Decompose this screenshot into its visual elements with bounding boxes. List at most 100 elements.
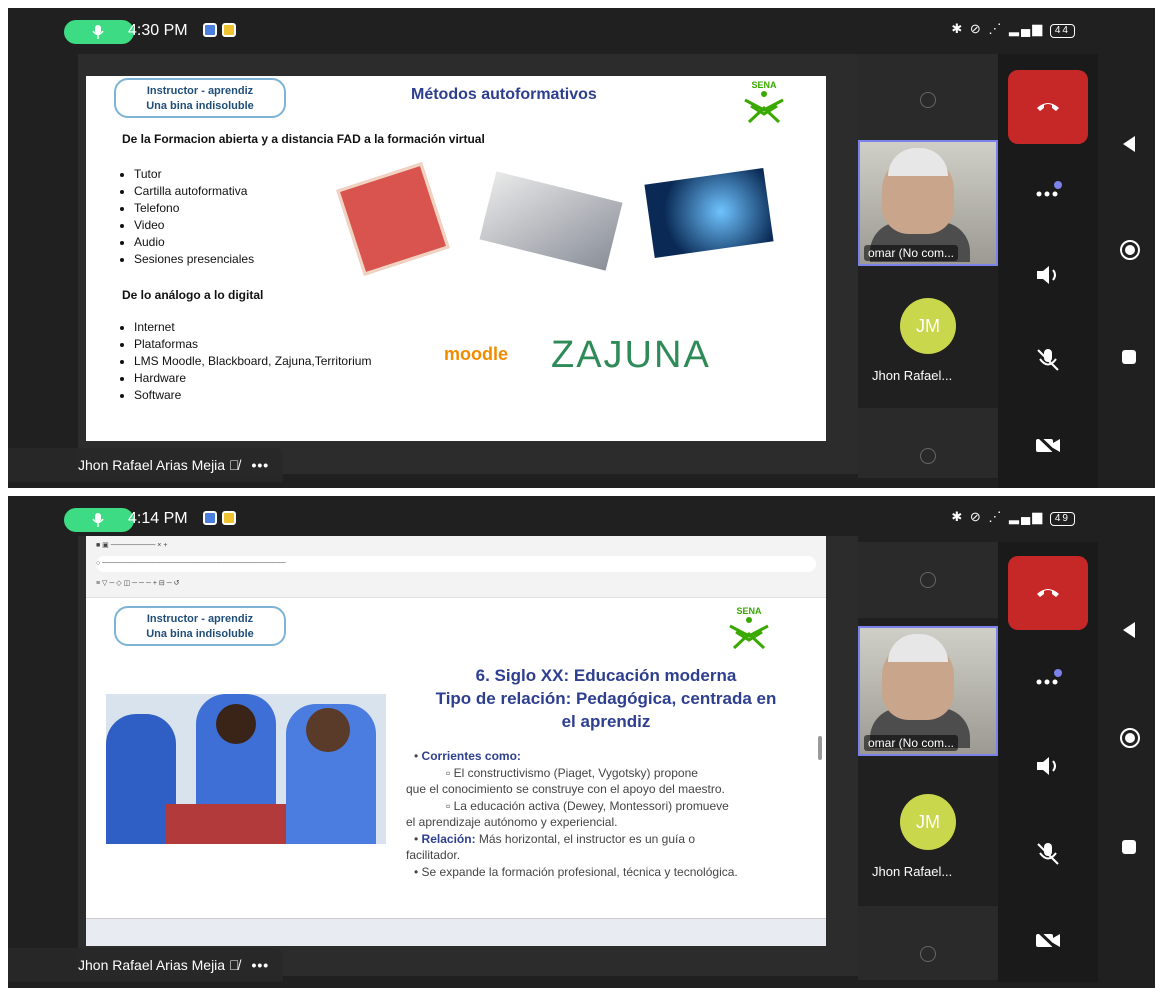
notification-icon <box>222 23 236 37</box>
mic-off-icon <box>1037 349 1059 371</box>
bullet-item: • Corrientes como: <box>414 749 521 763</box>
list-item: Internet <box>134 319 371 336</box>
speaker-icon <box>1037 266 1056 284</box>
sena-logo: SENA <box>726 606 772 652</box>
shared-screen: ■ ▣ ───────── × + ○ ────────────────────… <box>78 536 858 976</box>
list-item: Audio <box>134 234 254 251</box>
active-mic-pill[interactable] <box>64 20 134 44</box>
sub-bullet: ▫ La educación activa (Dewey, Montessori… <box>446 798 729 813</box>
tablet-image <box>479 171 623 271</box>
recents-icon[interactable] <box>1119 347 1139 367</box>
presentation-slide: Instructor - aprendiz Una bina indisolub… <box>86 76 826 441</box>
home-icon[interactable] <box>1119 727 1141 749</box>
more-options-button[interactable]: ••• <box>251 457 269 473</box>
browser-window: ■ ▣ ───────── × + ○ ────────────────────… <box>86 536 826 946</box>
home-icon[interactable] <box>1119 239 1141 261</box>
speaker-icon <box>1037 757 1056 775</box>
status-bar: 4:30 PM ✱ ⊘ ⋰ ▂▄▆ 44 <box>8 8 1155 54</box>
slide-body: • Corrientes como: ▫ El constructivismo … <box>406 748 806 880</box>
slide-title: 6. Siglo XX: Educación moderna Tipo de r… <box>435 666 777 731</box>
system-icons: ✱ ⊘ ⋰ ▂▄▆ 49 <box>951 509 1075 526</box>
section-heading: De lo análogo a lo digital <box>122 288 264 302</box>
participant-tile-empty[interactable] <box>858 906 998 980</box>
back-icon[interactable] <box>1119 134 1139 154</box>
mic-icon <box>92 25 104 39</box>
mute-button[interactable] <box>1008 324 1088 398</box>
clock: 4:30 PM <box>128 22 188 39</box>
more-options-button[interactable]: ••• <box>251 957 269 973</box>
presenter-label: Jhon Rafael Arias Mejia 🎙̸ ••• <box>8 948 284 982</box>
more-button[interactable] <box>1008 154 1088 228</box>
mic-off-icon <box>1037 843 1059 865</box>
end-call-button[interactable] <box>1008 70 1088 144</box>
system-icons: ✱ ⊘ ⋰ ▂▄▆ 44 <box>951 21 1075 38</box>
notification-icon <box>222 511 236 525</box>
sub-bullet: ▫ El constructivismo (Piaget, Vygotsky) … <box>446 765 698 780</box>
android-nav-bar <box>1103 542 1155 972</box>
voice-wave-image <box>644 168 774 258</box>
list-item: Software <box>134 387 371 404</box>
participant-tile-empty[interactable] <box>858 54 998 140</box>
speaker-button[interactable] <box>1008 239 1088 313</box>
battery-icon: 44 <box>1049 24 1075 38</box>
pdf-toolbar[interactable]: ≡ ▽ ─ ◇ ◫ ─ ─ ─ + ⊟ ─ ↺ <box>96 576 816 592</box>
participant-name: omar (No com... <box>864 735 959 751</box>
bullet-list: Internet Plataformas LMS Moodle, Blackbo… <box>134 319 371 404</box>
more-icon <box>1036 669 1062 685</box>
person-icon <box>920 946 936 962</box>
clock: 4:14 PM <box>128 510 188 527</box>
list-item: Hardware <box>134 370 371 387</box>
avatar: JM <box>900 794 956 850</box>
person-icon <box>920 448 936 464</box>
shared-screen: Instructor - aprendiz Una bina indisolub… <box>78 54 858 474</box>
slide-badge: Instructor - aprendiz Una bina indisolub… <box>114 606 286 646</box>
participant-tile-jm[interactable]: JM Jhon Rafael... <box>858 298 998 398</box>
presenter-label: Jhon Rafael Arias Mejia 🎙̸ ••• <box>8 448 284 482</box>
hangup-icon <box>1037 103 1059 111</box>
zajuna-logo: ZAJUNA <box>551 334 711 376</box>
camera-off-icon <box>1035 433 1061 458</box>
camera-button[interactable] <box>1008 904 1088 978</box>
windows-taskbar[interactable] <box>86 918 826 946</box>
call-controls <box>998 542 1098 982</box>
sena-logo: SENA <box>741 80 787 126</box>
android-nav-bar <box>1103 54 1155 484</box>
battery-icon: 49 <box>1049 512 1075 526</box>
mute-button[interactable] <box>1008 818 1088 892</box>
mic-off-icon: 🎙̸ <box>228 457 240 473</box>
participant-name: Jhon Rafael... <box>872 864 953 879</box>
bullet-list: Tutor Cartilla autoformativa Telefono Vi… <box>134 166 254 268</box>
slide-badge: Instructor - aprendiz Una bina indisolub… <box>114 78 286 118</box>
hangup-icon <box>1037 589 1059 597</box>
address-bar[interactable]: ○ ───────────────────────────────────── <box>96 556 816 572</box>
bullet-item: • Relación: Más horizontal, el instructo… <box>414 831 696 846</box>
participant-video-tile[interactable]: omar (No com... <box>858 140 998 266</box>
participant-tile-empty[interactable] <box>858 408 998 478</box>
list-item: LMS Moodle, Blackboard, Zajuna,Territori… <box>134 353 371 370</box>
students-photo <box>106 694 386 844</box>
notification-icon <box>203 511 217 525</box>
speaker-button[interactable] <box>1008 730 1088 804</box>
back-icon[interactable] <box>1119 620 1139 640</box>
end-call-button[interactable] <box>1008 556 1088 630</box>
mic-icon <box>92 513 104 527</box>
list-item: Telefono <box>134 200 254 217</box>
participant-tile-jm[interactable]: JM Jhon Rafael... <box>858 794 998 894</box>
sena-logo-mark <box>729 617 769 650</box>
camera-button[interactable] <box>1008 409 1088 483</box>
participant-tile-empty[interactable] <box>858 542 998 618</box>
tab-strip[interactable]: ■ ▣ ───────── × + <box>96 538 816 554</box>
person-icon <box>920 92 936 108</box>
active-mic-pill[interactable] <box>64 508 134 532</box>
meeting-screenshot-top: 4:30 PM ✱ ⊘ ⋰ ▂▄▆ 44 Instructor - aprend… <box>8 8 1155 488</box>
bullet-item: • Se expande la formación profesional, t… <box>414 864 738 879</box>
section-heading: De la Formacion abierta y a distancia FA… <box>122 132 485 146</box>
more-button[interactable] <box>1008 642 1088 716</box>
participant-video-tile[interactable]: omar (No com... <box>858 626 998 756</box>
participant-name: Jhon Rafael... <box>872 368 953 383</box>
scrollbar[interactable] <box>818 736 822 760</box>
list-item: Plataformas <box>134 336 371 353</box>
recents-icon[interactable] <box>1119 837 1139 857</box>
moodle-logo: moodle <box>444 344 509 364</box>
call-controls <box>998 54 1098 488</box>
